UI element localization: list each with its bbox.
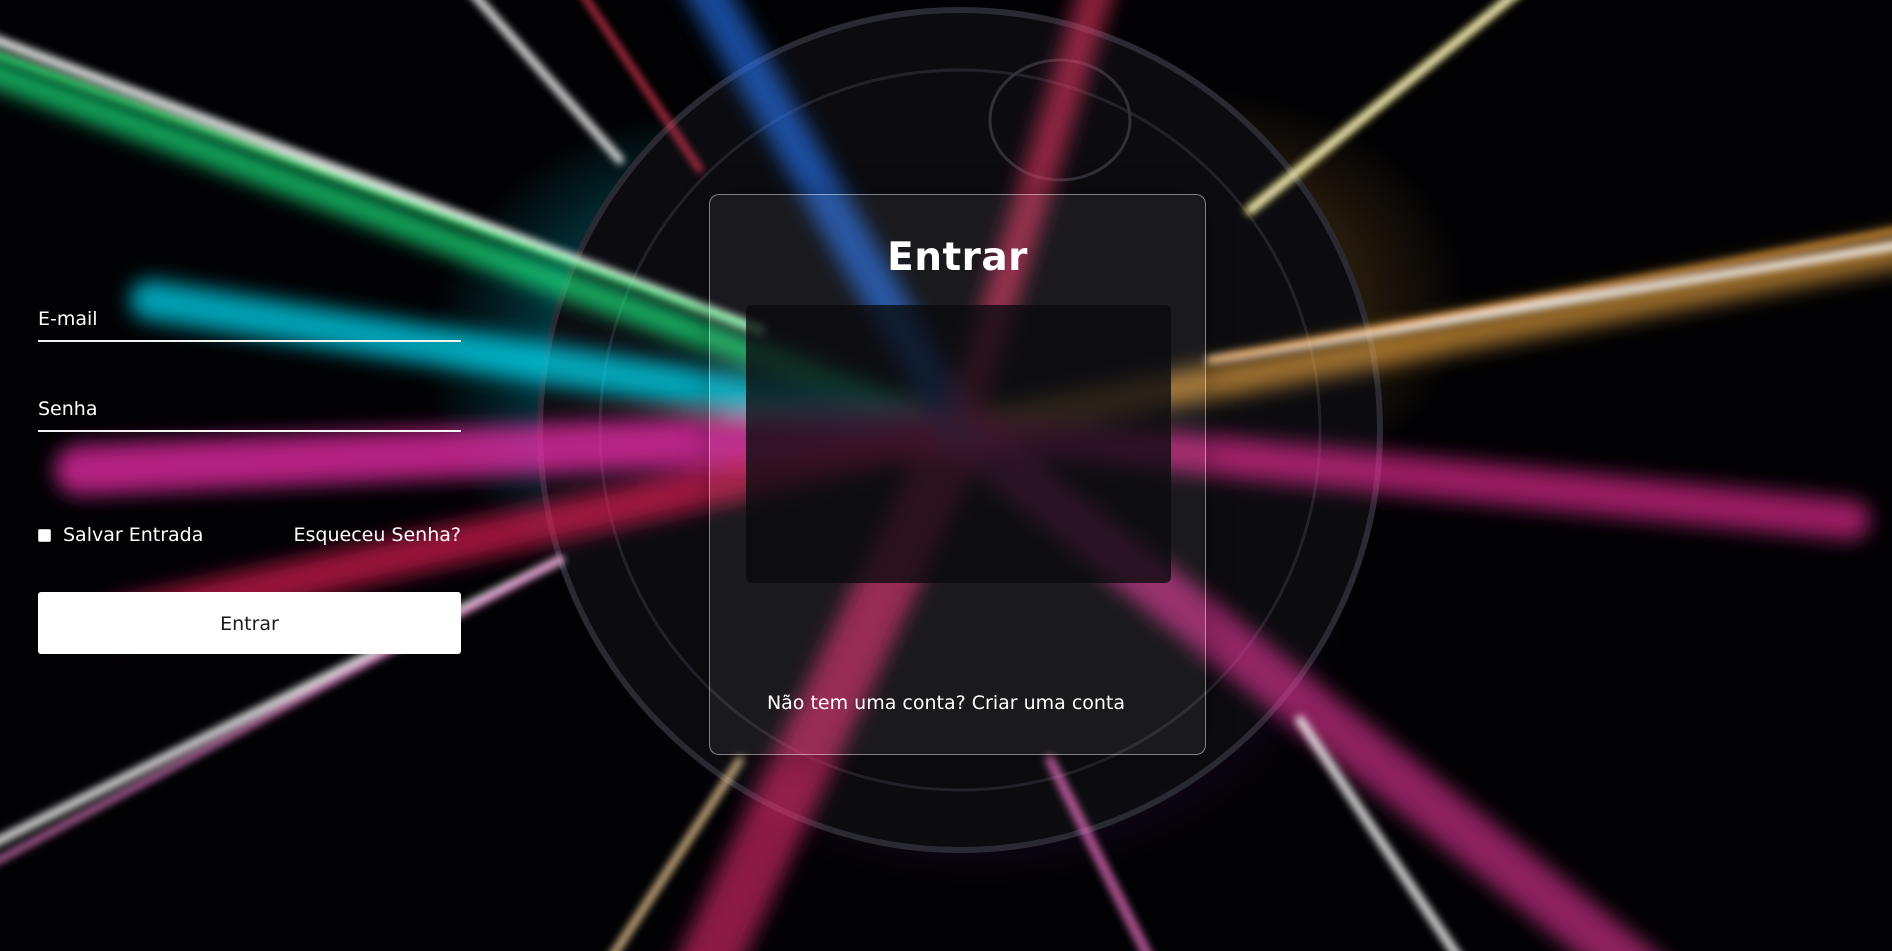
login-options-row: Salvar Entrada Esqueceu Senha? [38,520,461,554]
create-account-link[interactable]: Criar uma conta [972,692,1125,714]
remember-login[interactable]: Salvar Entrada [38,524,203,546]
signup-prompt-text: Não tem uma conta? [766,692,966,714]
login-title: Entrar [887,235,1028,280]
email-input[interactable] [38,302,465,342]
remember-checkbox[interactable] [38,528,51,542]
remember-label: Salvar Entrada [63,524,204,546]
signup-prompt: Não tem uma conta? Criar uma conta [0,692,1892,714]
login-panel: Entrar [709,194,1206,755]
login-page: Entrar E-mail Senha Salvar Entrada Esque… [0,0,1892,951]
form-backdrop [746,305,1171,583]
login-submit-button[interactable]: Entrar [38,592,461,654]
email-field[interactable]: E-mail [38,302,465,342]
password-input[interactable] [38,392,465,432]
forgot-password-link[interactable]: Esqueceu Senha? [294,524,461,546]
password-field[interactable]: Senha [38,392,465,432]
